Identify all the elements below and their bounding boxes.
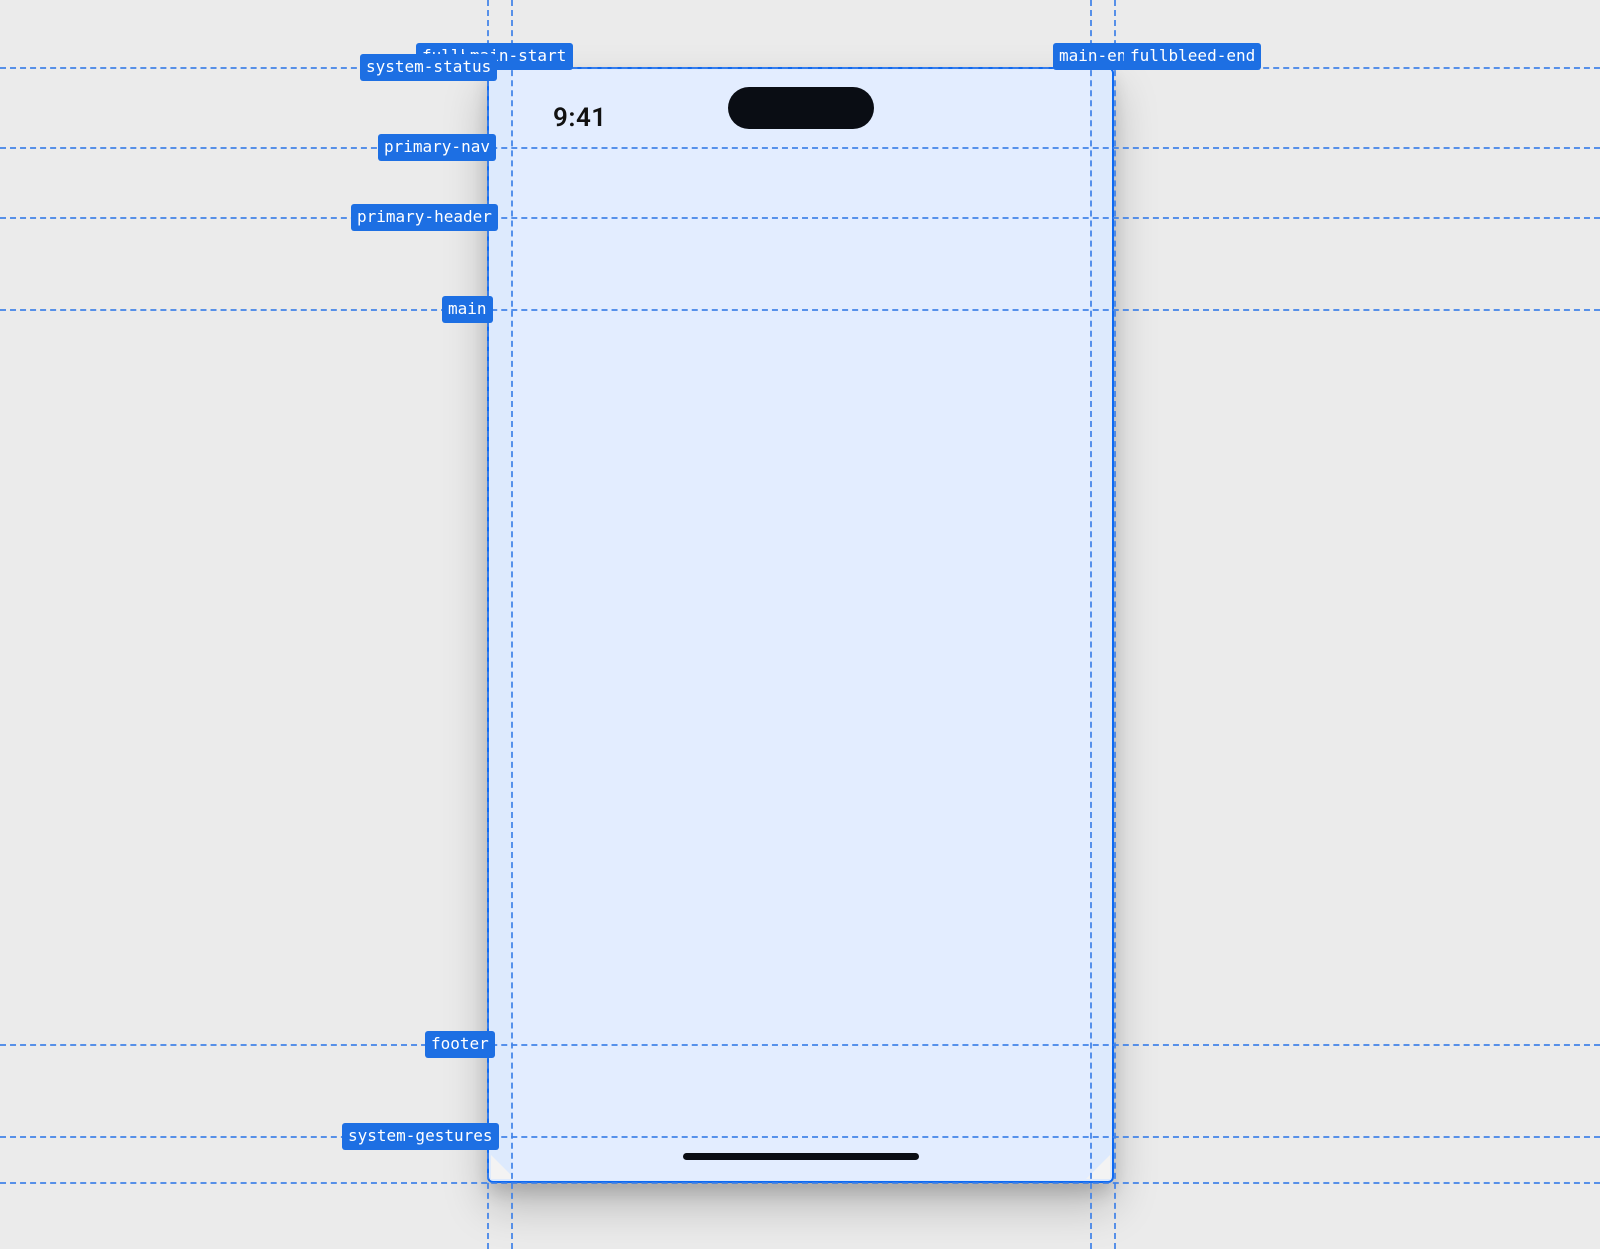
vguide-label-fullbleed-end: fullbleed-end <box>1124 43 1261 70</box>
phone-frame: 9:41 <box>487 67 1114 1183</box>
vguide-fullbleed-end <box>1114 0 1116 1249</box>
diagram-stage: 9:41 fullbleed-startmain-startmain-endfu… <box>0 0 1600 1249</box>
corner-notch-bl <box>491 1155 515 1179</box>
content-area <box>511 70 1090 1180</box>
corner-notch-br <box>1086 1155 1110 1179</box>
home-indicator <box>683 1153 919 1160</box>
dynamic-island <box>728 87 874 129</box>
hguide-label-primary-header: primary-header <box>351 204 498 231</box>
hguide-label-main: main <box>442 296 493 323</box>
hguide-label-footer: footer <box>425 1031 495 1058</box>
hguide-label-system-status: system-status <box>360 54 497 81</box>
status-bar-time: 9:41 <box>553 103 607 133</box>
hguide-label-primary-nav: primary-nav <box>378 134 496 161</box>
hguide-label-system-gestures: system-gestures <box>342 1123 499 1150</box>
